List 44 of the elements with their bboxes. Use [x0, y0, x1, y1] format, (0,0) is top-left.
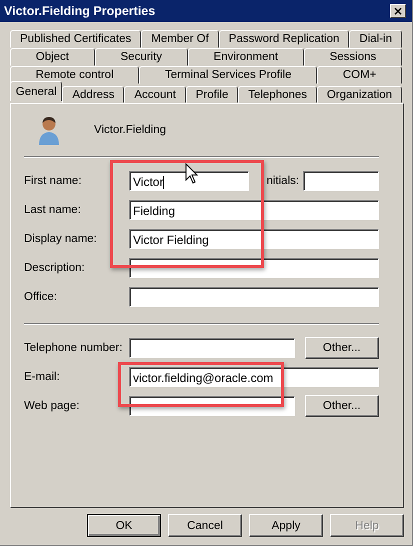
window-title: Victor.Fielding Properties	[4, 4, 156, 18]
other-button[interactable]: Other...	[304, 336, 379, 358]
field-label: Web page:	[24, 400, 80, 412]
field-label: Description:	[24, 262, 86, 274]
other-button[interactable]: Other...	[304, 394, 379, 416]
input-field[interactable]: Fielding	[129, 200, 379, 220]
tab[interactable]: Password Replication	[218, 30, 350, 48]
dialog-button[interactable]: Apply	[249, 514, 323, 537]
input-field[interactable]	[129, 258, 379, 278]
user-icon	[37, 115, 61, 145]
tab[interactable]: Remote control	[10, 66, 140, 84]
tab[interactable]: COM+	[317, 66, 402, 84]
tab[interactable]: Sessions	[304, 48, 402, 66]
user-name: Victor.Fielding	[94, 124, 166, 136]
tab[interactable]: Security	[94, 48, 188, 66]
dialog-button[interactable]: Cancel	[168, 514, 242, 537]
tab[interactable]: Organization	[316, 86, 402, 103]
input-field[interactable]: victor.fielding@oracle.com	[129, 366, 379, 386]
tab[interactable]: Environment	[188, 48, 304, 66]
input-field[interactable]: Victor Fielding	[129, 228, 379, 248]
dialog-button[interactable]: OK	[87, 514, 161, 537]
tab[interactable]: Address	[62, 86, 124, 103]
input-field[interactable]: Victor	[129, 170, 250, 190]
input-field[interactable]	[129, 338, 295, 358]
tab[interactable]: Profile	[186, 86, 238, 103]
tab[interactable]: Published Certificates	[10, 30, 142, 48]
field-label: Last name:	[24, 204, 82, 216]
tab[interactable]: Member Of	[141, 30, 219, 48]
tab[interactable]: Object	[10, 48, 95, 66]
tab[interactable]: Telephones	[238, 86, 317, 103]
tab[interactable]: Terminal Services Profile	[139, 66, 318, 84]
input-field[interactable]	[129, 286, 379, 306]
field-label: nitials:	[266, 174, 300, 186]
field-label: Office:	[24, 290, 58, 302]
tab[interactable]: General	[10, 81, 62, 101]
field-label: Display name:	[24, 232, 98, 244]
field-label: E-mail:	[24, 370, 61, 382]
tab[interactable]: Dial-in	[349, 30, 402, 48]
close-button[interactable]: ×	[390, 4, 406, 18]
cursor-icon	[185, 163, 199, 185]
field-label: First name:	[24, 174, 83, 186]
field-label: Telephone number:	[24, 342, 124, 354]
tab[interactable]: Account	[124, 86, 186, 103]
input-field[interactable]	[303, 170, 379, 190]
